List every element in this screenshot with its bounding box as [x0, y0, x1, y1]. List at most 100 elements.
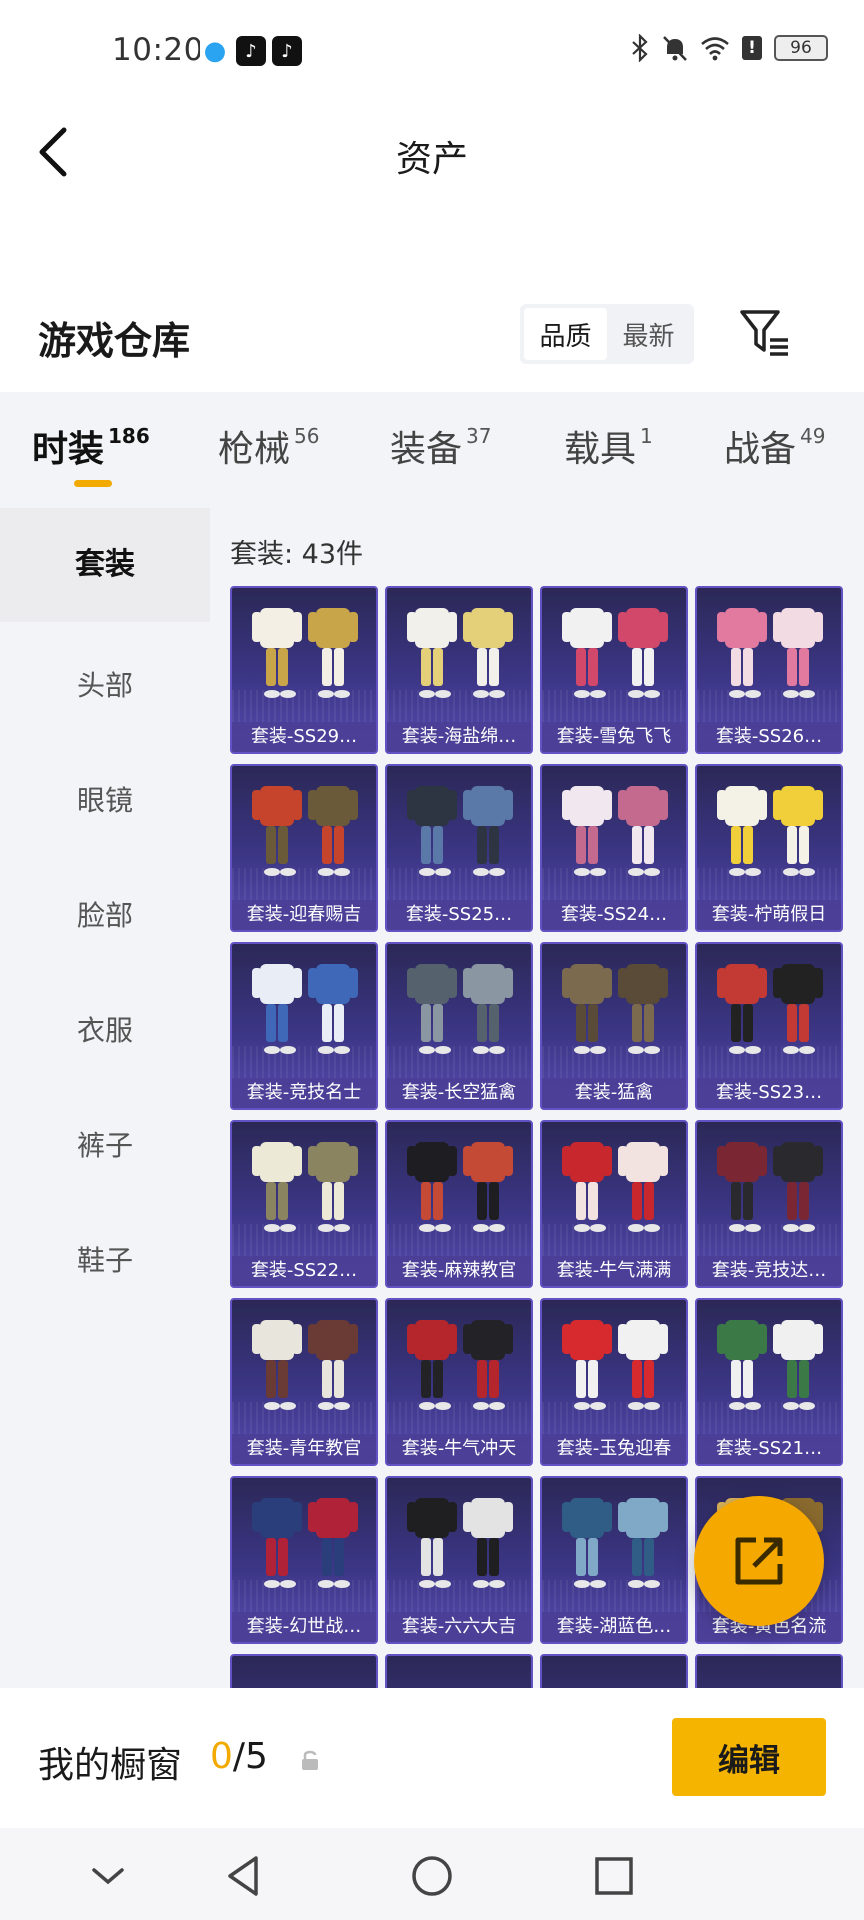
collapse-chevron-icon[interactable] — [84, 1852, 132, 1900]
outfit-thumbnail — [717, 1320, 823, 1410]
outfit-card-partial[interactable] — [695, 1654, 843, 1688]
sidebar-item-top[interactable]: 衣服 — [0, 1009, 210, 1049]
outfit-card-label: 套装-长空猛禽 — [387, 1078, 531, 1108]
outfit-thumbnail — [407, 786, 513, 876]
showcase-count: 0/5 — [210, 1736, 268, 1777]
showcase-bar: 我的橱窗 0/5 编辑 — [0, 1688, 864, 1828]
outfit-card-label: 套装-猛禽 — [542, 1078, 686, 1108]
outfit-card[interactable]: 套装-湖蓝色… — [540, 1476, 688, 1644]
outfit-card[interactable]: 套装-六六大吉 — [385, 1476, 533, 1644]
outfit-thumbnail — [407, 964, 513, 1054]
outfit-card-label: 套装-SS29… — [232, 722, 376, 752]
outfit-card[interactable]: 套装-长空猛禽 — [385, 942, 533, 1110]
tab-vehicles[interactable]: 载具 1 — [564, 420, 653, 472]
outfit-card-label: 套装-SS24… — [542, 900, 686, 930]
outfit-card[interactable]: 套装-SS25… — [385, 764, 533, 932]
outfit-thumbnail — [407, 1320, 513, 1410]
sidebar-item-head[interactable]: 头部 — [0, 664, 210, 704]
nav-back-icon[interactable] — [222, 1852, 270, 1900]
outfit-card-label: 套装-海盐绵… — [387, 722, 531, 752]
tab-fashion[interactable]: 时装 186 — [32, 420, 150, 472]
outfit-card[interactable]: 套装-幻世战… — [230, 1476, 378, 1644]
tiktok-notification-icon-2: ♪ — [272, 36, 302, 66]
outfit-card[interactable]: 套装-柠萌假日 — [695, 764, 843, 932]
outfit-thumbnail — [252, 1142, 358, 1232]
sidebar-item-shoes[interactable]: 鞋子 — [0, 1239, 210, 1279]
app-notification-icon: ● — [200, 36, 230, 66]
outfit-thumbnail — [562, 1498, 668, 1588]
sidebar-item-pants[interactable]: 裤子 — [0, 1124, 210, 1164]
outfit-card[interactable]: 套装-牛气冲天 — [385, 1298, 533, 1466]
nav-home-icon[interactable] — [408, 1852, 456, 1900]
outfit-card[interactable]: 套装-猛禽 — [540, 942, 688, 1110]
page-title: 资产 — [395, 139, 468, 180]
status-bar: 10:20 ● ♪ ♪ ! 96 — [0, 0, 864, 104]
outfit-card[interactable]: 套装-竞技达… — [695, 1120, 843, 1288]
sidebar: 套装 头部 眼镜 脸部 衣服 裤子 鞋子 — [0, 508, 210, 1688]
status-app-icons: ● ♪ ♪ — [200, 36, 302, 66]
share-button[interactable] — [694, 1496, 824, 1626]
tab-combat-gear[interactable]: 战备 49 — [724, 420, 825, 472]
alert-icon: ! — [742, 36, 762, 60]
outfit-thumbnail — [407, 1498, 513, 1588]
outfit-card-label: 套装-SS26… — [697, 722, 841, 752]
outfit-card-partial[interactable] — [230, 1654, 378, 1688]
sidebar-item-glasses[interactable]: 眼镜 — [0, 779, 210, 819]
showcase-total: /5 — [232, 1736, 268, 1777]
outfit-card[interactable]: 套装-SS22… — [230, 1120, 378, 1288]
nav-recents-icon[interactable] — [590, 1852, 638, 1900]
outfit-card[interactable]: 套装-玉兔迎春 — [540, 1298, 688, 1466]
edit-button[interactable]: 编辑 — [672, 1718, 826, 1796]
outfit-thumbnail — [717, 964, 823, 1054]
outfit-card[interactable]: 套装-海盐绵… — [385, 586, 533, 754]
tab-fashion-count: 186 — [108, 424, 150, 448]
wifi-icon — [701, 37, 729, 61]
outfit-card[interactable]: 套装-SS21… — [695, 1298, 843, 1466]
tab-guns[interactable]: 枪械 56 — [218, 420, 319, 472]
sidebar-item-face[interactable]: 脸部 — [0, 894, 210, 934]
filter-icon[interactable] — [738, 306, 792, 360]
bluetooth-icon — [632, 34, 648, 62]
outfit-card-label: 套装-幻世战… — [232, 1612, 376, 1642]
outfit-card-label: 套装-SS23… — [697, 1078, 841, 1108]
tab-equipment[interactable]: 装备 37 — [390, 420, 491, 472]
status-time: 10:20 — [112, 32, 204, 68]
outfit-card[interactable]: 套装-麻辣教官 — [385, 1120, 533, 1288]
outfit-card-partial[interactable] — [385, 1654, 533, 1688]
outfit-card[interactable]: 套装-迎春赐吉 — [230, 764, 378, 932]
tab-equipment-label: 装备 — [390, 429, 463, 470]
outfit-card[interactable]: 套装-SS26… — [695, 586, 843, 754]
sidebar-item-outfit[interactable]: 套装 — [0, 508, 210, 622]
outfit-thumbnail — [717, 786, 823, 876]
outfit-thumbnail — [252, 608, 358, 698]
outfit-thumbnail — [252, 964, 358, 1054]
outfit-card[interactable]: 套装-竞技名士 — [230, 942, 378, 1110]
outfit-thumbnail — [252, 1498, 358, 1588]
outfit-card[interactable]: 套装-SS24… — [540, 764, 688, 932]
outfit-card-label: 套装-迎春赐吉 — [232, 900, 376, 930]
outfit-card-label: 套装-麻辣教官 — [387, 1256, 531, 1286]
sort-newest-button[interactable]: 最新 — [607, 308, 690, 360]
tab-combat-gear-count: 49 — [800, 424, 826, 448]
outfit-card-label: 套装-牛气满满 — [542, 1256, 686, 1286]
category-tabs: 时装 186 枪械 56 装备 37 载具 1 战备 49 — [0, 392, 864, 508]
warehouse-title: 游戏仓库 — [38, 319, 191, 363]
outfit-thumbnail — [562, 1320, 668, 1410]
item-count-label: 套装: 43件 — [230, 539, 364, 570]
tiktok-notification-icon: ♪ — [236, 36, 266, 66]
outfit-card-label: 套装-雪兔飞飞 — [542, 722, 686, 752]
sort-quality-button[interactable]: 品质 — [524, 308, 607, 360]
outfit-card[interactable]: 套装-SS23… — [695, 942, 843, 1110]
battery-indicator: 96 — [774, 35, 828, 61]
outfit-thumbnail — [252, 1320, 358, 1410]
tab-fashion-label: 时装 — [32, 429, 105, 470]
tab-vehicles-count: 1 — [640, 424, 653, 448]
outfit-card[interactable]: 套装-牛气满满 — [540, 1120, 688, 1288]
outfit-card-partial[interactable] — [540, 1654, 688, 1688]
showcase-label: 我的橱窗 — [38, 1745, 183, 1786]
outfit-card[interactable]: 套装-SS29… — [230, 586, 378, 754]
tab-equipment-count: 37 — [466, 424, 492, 448]
tab-guns-label: 枪械 — [218, 429, 291, 470]
outfit-card[interactable]: 套装-青年教官 — [230, 1298, 378, 1466]
outfit-card[interactable]: 套装-雪兔飞飞 — [540, 586, 688, 754]
